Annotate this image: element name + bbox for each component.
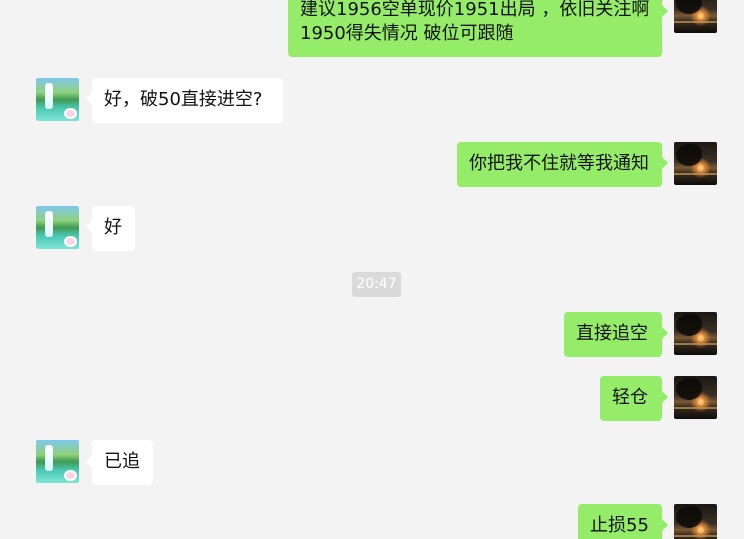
self-avatar[interactable] (674, 504, 717, 539)
message-text: 直接追空 (576, 323, 648, 344)
contact-avatar[interactable] (36, 206, 79, 249)
message-text: 止损55 (590, 515, 649, 536)
self-avatar[interactable] (674, 142, 717, 185)
message-bubble-other[interactable]: 已追 (86, 440, 153, 485)
message-bubble-other[interactable]: 好 (86, 206, 135, 251)
message-text: 轻仓 (612, 387, 648, 408)
message-bubble-self[interactable]: 你把我不住就等我通知 (457, 142, 668, 187)
self-avatar[interactable] (674, 312, 717, 355)
timestamp: 20:47 (352, 272, 401, 297)
message-bubble-self[interactable]: 直接追空 (564, 312, 668, 357)
self-avatar[interactable] (674, 376, 717, 419)
message-text: 建议1956空单现价1951出局 ，依旧关注啊 (300, 0, 650, 20)
message-text: 好，破50直接进空? (104, 89, 263, 110)
message-bubble-self[interactable]: 建议1956空单现价1951出局 ，依旧关注啊 1950得失情况 破位可跟随 (288, 0, 668, 57)
message-bubble-other[interactable]: 好，破50直接进空? (86, 78, 283, 123)
message-text: 已追 (104, 451, 140, 472)
message-text: 1950得失情况 破位可跟随 (300, 23, 514, 44)
message-bubble-self[interactable]: 止损55 (578, 504, 668, 539)
self-avatar[interactable] (674, 0, 717, 33)
contact-avatar[interactable] (36, 78, 79, 121)
message-bubble-self[interactable]: 轻仓 (600, 376, 668, 421)
message-text: 你把我不住就等我通知 (469, 153, 649, 174)
message-text: 好 (104, 217, 122, 238)
chat-window: 建议1956空单现价1951出局 ，依旧关注啊 1950得失情况 破位可跟随 好… (0, 0, 744, 539)
contact-avatar[interactable] (36, 440, 79, 483)
